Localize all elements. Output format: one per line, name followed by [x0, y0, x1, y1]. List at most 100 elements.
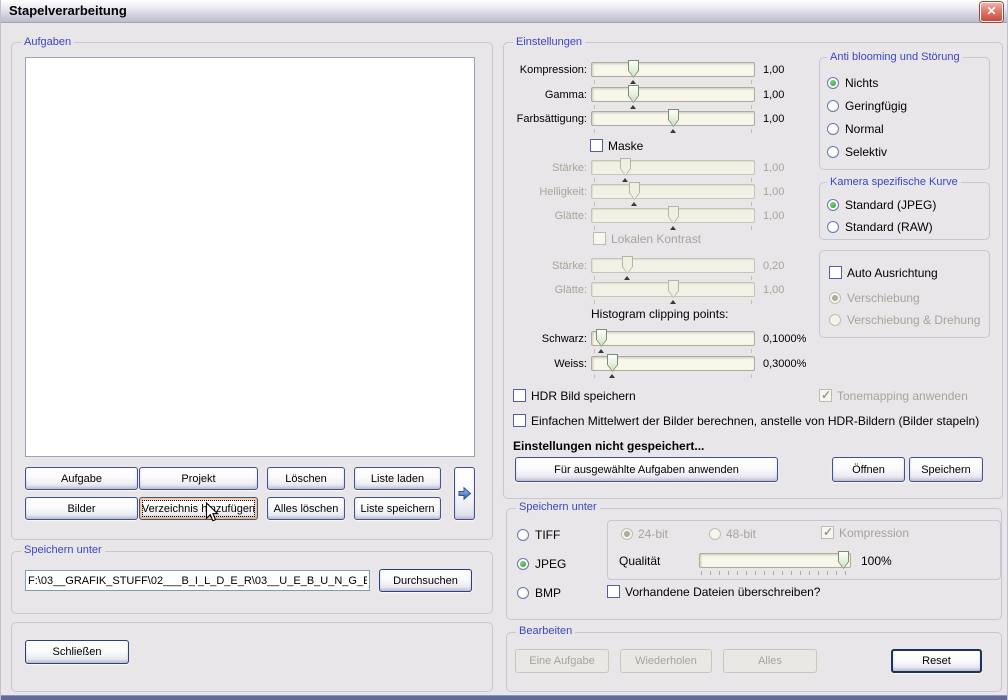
kompression-slider-thumb[interactable] [628, 60, 639, 78]
kompression-slider[interactable] [591, 62, 755, 77]
projekt-button-label: Projekt [181, 473, 215, 485]
radio-normal-label: Normal [845, 123, 884, 136]
radio-verschiebung-label: Verschiebung [847, 292, 920, 305]
verzeichnis-hinzufuegen-button[interactable]: Verzeichnis hinzufügen [139, 497, 258, 520]
lokalen-kontrast-label: Lokalen Kontrast [611, 233, 701, 246]
qualitaet-slider[interactable] [699, 553, 851, 568]
edit-group-label: Bearbeiten [516, 625, 575, 638]
speichern-button[interactable]: Speichern [909, 457, 983, 482]
liste-speichern-button-label: Liste speichern [361, 503, 435, 515]
eine-aufgabe-button: Eine Aufgabe [515, 649, 609, 673]
overwrite-checkbox[interactable] [607, 585, 620, 598]
window-title: Stapelverarbeitung [9, 3, 127, 18]
weiss-label: Weiss: [503, 358, 587, 370]
radio-standard-jpeg-label: Standard (JPEG) [845, 199, 936, 212]
radio-normal[interactable] [827, 123, 839, 135]
auto-ausrichtung-label: Auto Ausrichtung [847, 267, 938, 280]
alles-loeschen-button[interactable]: Alles löschen [267, 497, 345, 520]
radio-selektiv[interactable] [827, 146, 839, 158]
glaette1-slider [591, 208, 755, 223]
oeffnen-button[interactable]: Öffnen [832, 457, 905, 482]
gamma-slider-thumb[interactable] [628, 85, 639, 103]
radio-bmp[interactable] [517, 587, 529, 599]
apply-button-label: Für ausgewählte Aufgaben anwenden [554, 464, 739, 476]
radio-geringfuegig-label: Geringfügig [845, 100, 907, 113]
radio-selektiv-label: Selektiv [845, 146, 887, 159]
schwarz-label: Schwarz: [503, 333, 587, 345]
glaette1-value: 1,00 [763, 210, 784, 222]
maske-label: Maske [608, 140, 643, 153]
radio-standard-jpeg[interactable] [827, 199, 839, 211]
gamma-slider[interactable] [591, 87, 755, 102]
mittelwert-label: Einfachen Mittelwert der Bilder berechne… [531, 415, 979, 428]
qualitaet-slider-thumb[interactable] [838, 551, 849, 569]
apply-selected-tasks-button[interactable]: Für ausgewählte Aufgaben anwenden [515, 457, 778, 482]
qualitaet-value: 100% [861, 555, 892, 568]
wiederholen-button-label: Wiederholen [635, 655, 697, 667]
radio-verschiebung-drehung-label: Verschiebung & Drehung [847, 314, 980, 327]
alles-loeschen-button-label: Alles löschen [274, 503, 339, 515]
eine-aufgabe-button-label: Eine Aufgabe [529, 655, 594, 667]
staerke1-label: Stärke: [503, 162, 587, 174]
farbsaettigung-label: Farbsättigung: [503, 113, 587, 125]
kompression-label: Kompression: [503, 64, 587, 76]
gamma-value: 1,00 [763, 89, 784, 101]
weiss-slider[interactable] [591, 356, 755, 371]
close-icon[interactable]: ✕ [980, 2, 1003, 22]
helligkeit-label: Helligkeit: [503, 186, 587, 198]
radio-tiff-label: TIFF [535, 529, 560, 542]
schwarz-slider[interactable] [591, 331, 755, 346]
farbsaettigung-slider[interactable] [591, 111, 755, 126]
radio-48bit [709, 528, 721, 540]
aufgabe-button-label: Aufgabe [61, 473, 102, 485]
radio-bmp-label: BMP [535, 587, 561, 600]
durchsuchen-button[interactable]: Durchsuchen [379, 569, 472, 592]
radio-standard-raw[interactable] [827, 221, 839, 233]
schwarz-slider-thumb[interactable] [596, 329, 607, 347]
hdr-speichern-checkbox[interactable] [513, 389, 526, 402]
settings-group-label: Einstellungen [513, 36, 585, 49]
tasks-list[interactable] [25, 57, 475, 457]
radio-nichts[interactable] [827, 77, 839, 89]
radio-jpeg[interactable] [517, 558, 529, 570]
schliessen-button[interactable]: Schließen [25, 640, 129, 664]
kompression-checkbox [821, 526, 834, 539]
save-path-input[interactable] [25, 570, 370, 591]
reset-button[interactable]: Reset [891, 649, 982, 673]
liste-speichern-button[interactable]: Liste speichern [354, 497, 441, 520]
farbsaettigung-value: 1,00 [763, 113, 784, 125]
radio-48bit-label: 48-bit [726, 528, 756, 541]
radio-verschiebung [829, 292, 841, 304]
projekt-button[interactable]: Projekt [139, 467, 258, 490]
oeffnen-button-label: Öffnen [852, 464, 885, 476]
window-bottom-border [1, 695, 1007, 700]
staerke2-value: 0,20 [763, 260, 784, 272]
weiss-slider-thumb[interactable] [607, 354, 618, 372]
kompression-value: 1,00 [763, 64, 784, 76]
liste-laden-button[interactable]: Liste laden [354, 467, 441, 490]
radio-tiff[interactable] [517, 529, 529, 541]
radio-24bit-label: 24-bit [638, 528, 668, 541]
aufgabe-button[interactable]: Aufgabe [25, 467, 138, 490]
save-under-right-label: Speichern unter [516, 501, 600, 514]
qualitaet-label: Qualität [619, 555, 660, 568]
loeschen-button[interactable]: Löschen [267, 467, 345, 490]
move-right-button[interactable] [454, 467, 475, 520]
maske-checkbox[interactable] [590, 139, 603, 152]
save-under-left-label: Speichern unter [21, 544, 105, 557]
reset-button-label: Reset [922, 655, 951, 667]
mittelwert-checkbox[interactable] [513, 414, 526, 427]
tonemapping-checkbox [819, 389, 832, 402]
radio-jpeg-label: JPEG [535, 558, 566, 571]
bilder-button[interactable]: Bilder [25, 497, 138, 520]
glaette2-label: Glätte: [503, 284, 587, 296]
staerke1-value: 1,00 [763, 162, 784, 174]
farbsaettigung-slider-thumb[interactable] [668, 109, 679, 127]
hdr-speichern-label: HDR Bild speichern [531, 390, 636, 403]
radio-geringfuegig[interactable] [827, 100, 839, 112]
liste-laden-button-label: Liste laden [371, 473, 424, 485]
schwarz-value: 0,1000% [763, 333, 806, 345]
auto-ausrichtung-checkbox[interactable] [829, 266, 842, 279]
tasks-group-label: Aufgaben [21, 36, 74, 49]
helligkeit-value: 1,00 [763, 186, 784, 198]
